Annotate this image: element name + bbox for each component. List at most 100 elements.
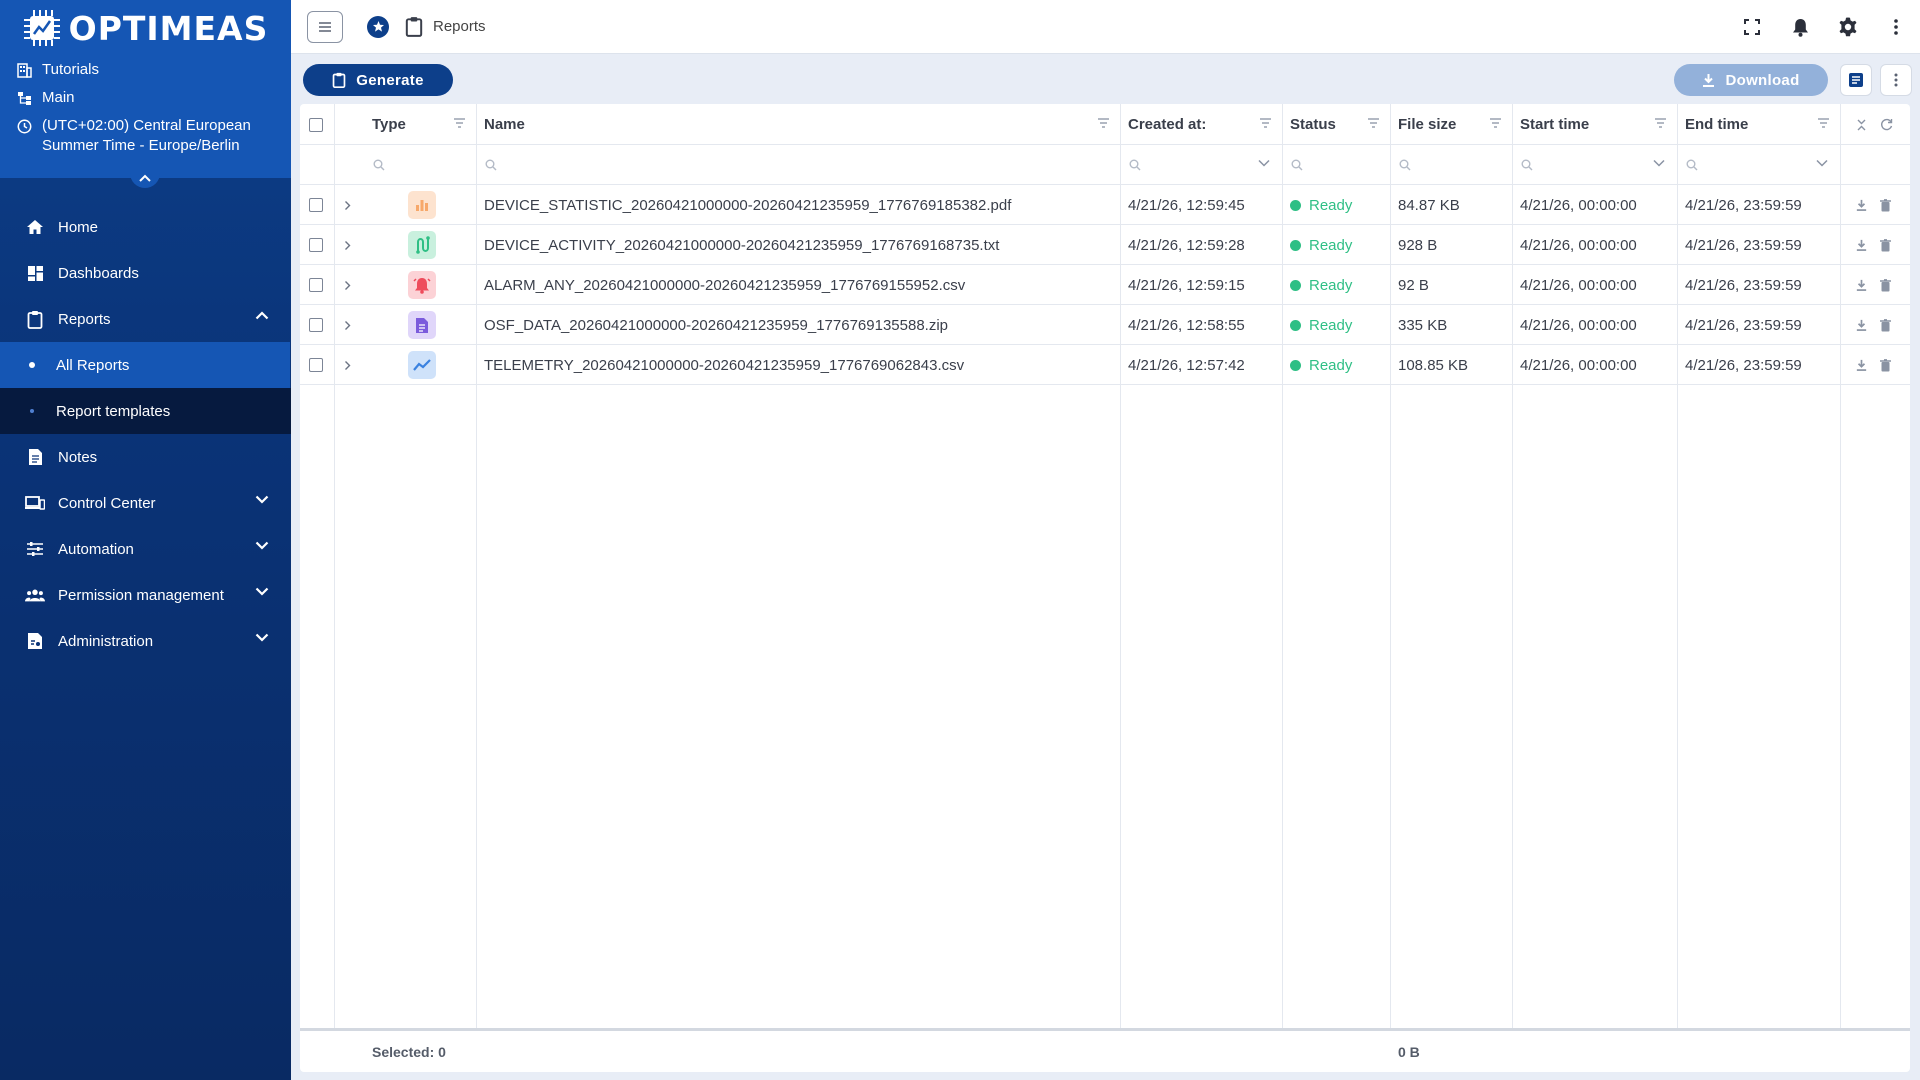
row-checkbox[interactable] xyxy=(309,198,323,212)
created-cell: 4/21/26, 12:59:28 xyxy=(1128,236,1245,254)
refresh-button[interactable] xyxy=(1880,104,1900,145)
sidebar-item-reports[interactable]: Reports xyxy=(0,296,291,342)
header-label: Name xyxy=(484,116,525,133)
name-cell[interactable]: OSF_DATA_20260421000000-20260421235959_1… xyxy=(476,305,1120,345)
status-filter-input[interactable] xyxy=(1282,145,1390,185)
start-filter-input[interactable] xyxy=(1512,145,1677,185)
topbar-actions xyxy=(1728,0,1920,54)
toggle-sidebar-button[interactable] xyxy=(307,10,343,43)
row-delete-button[interactable] xyxy=(1880,265,1900,305)
row-expand-button[interactable] xyxy=(344,225,364,265)
collapse-context-button[interactable] xyxy=(130,168,160,188)
context-timezone[interactable]: (UTC+02:00) Central European Summer Time… xyxy=(0,112,291,160)
filter-icon[interactable] xyxy=(1817,118,1830,128)
end-cell: 4/21/26, 23:59:59 xyxy=(1685,196,1802,214)
generate-button[interactable]: Generate xyxy=(303,64,453,96)
header-file-size[interactable]: File size xyxy=(1390,104,1512,145)
sidebar-item-control-center[interactable]: Control Center xyxy=(0,480,291,526)
filter-icon[interactable] xyxy=(453,118,466,128)
sidebar-item-all-reports[interactable]: All Reports xyxy=(0,342,290,388)
row-delete-button[interactable] xyxy=(1880,185,1900,225)
select-all-checkbox[interactable] xyxy=(309,117,323,132)
row-download-button[interactable] xyxy=(1856,185,1876,225)
row-expand-button[interactable] xyxy=(344,265,364,305)
download-icon xyxy=(1856,239,1867,251)
created-filter-input[interactable] xyxy=(1120,145,1282,185)
table-row[interactable]: OSF_DATA_20260421000000-20260421235959_1… xyxy=(300,305,1910,345)
name-filter-input[interactable] xyxy=(476,145,1120,185)
chevron-right-icon xyxy=(345,280,351,290)
sidebar-item-home[interactable]: Home xyxy=(0,204,291,250)
row-checkbox[interactable] xyxy=(309,238,323,252)
sidebar-item-label: Notes xyxy=(58,448,98,466)
header-created-at[interactable]: Created at: xyxy=(1120,104,1282,145)
name-cell[interactable]: TELEMETRY_20260421000000-20260421235959_… xyxy=(476,345,1120,385)
sidebar-item-automation[interactable]: Automation xyxy=(0,526,291,572)
name-cell[interactable]: DEVICE_ACTIVITY_20260421000000-202604212… xyxy=(476,225,1120,265)
sidebar-item-administration[interactable]: Administration xyxy=(0,618,291,664)
name-cell[interactable]: ALARM_ANY_20260421000000-20260421235959_… xyxy=(476,265,1120,305)
start-cell: 4/21/26, 00:00:00 xyxy=(1520,276,1637,294)
row-checkbox[interactable] xyxy=(309,358,323,372)
header-name[interactable]: Name xyxy=(476,104,1120,145)
document-icon xyxy=(408,311,436,339)
row-download-button[interactable] xyxy=(1856,345,1876,385)
row-download-button[interactable] xyxy=(1856,265,1876,305)
download-icon xyxy=(1856,359,1867,371)
table-row[interactable]: ALARM_ANY_20260421000000-20260421235959_… xyxy=(300,265,1910,305)
sidebar-item-label: Automation xyxy=(58,540,134,558)
download-button[interactable]: Download xyxy=(1674,64,1828,96)
header-label: Type xyxy=(372,116,406,133)
end-cell: 4/21/26, 23:59:59 xyxy=(1685,236,1802,254)
generate-label: Generate xyxy=(356,71,424,89)
fullscreen-button[interactable] xyxy=(1728,0,1776,54)
collapse-all-button[interactable] xyxy=(1856,104,1876,145)
row-expand-button[interactable] xyxy=(344,185,364,225)
table-row[interactable]: TELEMETRY_20260421000000-20260421235959_… xyxy=(300,345,1910,385)
row-checkbox[interactable] xyxy=(309,278,323,292)
row-expand-button[interactable] xyxy=(344,305,364,345)
filter-icon[interactable] xyxy=(1489,118,1502,128)
grid-options-button[interactable] xyxy=(1880,64,1912,96)
sidebar-item-permission-management[interactable]: Permission management xyxy=(0,572,291,618)
chevron-down-icon[interactable] xyxy=(1653,159,1665,167)
row-delete-button[interactable] xyxy=(1880,305,1900,345)
type-filter-input[interactable] xyxy=(364,145,476,185)
row-checkbox[interactable] xyxy=(309,318,323,332)
settings-button[interactable] xyxy=(1824,0,1872,54)
chevron-down-icon[interactable] xyxy=(1258,159,1270,167)
table-row[interactable]: DEVICE_STATISTIC_20260421000000-20260421… xyxy=(300,185,1910,225)
chevron-down-icon[interactable] xyxy=(1816,159,1828,167)
filter-icon[interactable] xyxy=(1259,118,1272,128)
end-filter-input[interactable] xyxy=(1677,145,1840,185)
header-end-time[interactable]: End time xyxy=(1677,104,1840,145)
status-dot xyxy=(1290,199,1301,211)
row-expand-button[interactable] xyxy=(344,345,364,385)
status-cell: Ready xyxy=(1282,225,1390,265)
column-view-button[interactable] xyxy=(1840,64,1872,96)
size-filter-input[interactable] xyxy=(1390,145,1512,185)
more-menu-button[interactable] xyxy=(1872,0,1920,54)
row-download-button[interactable] xyxy=(1856,305,1876,345)
filter-icon[interactable] xyxy=(1654,118,1667,128)
type-cell xyxy=(408,185,448,225)
table-row[interactable]: DEVICE_ACTIVITY_20260421000000-202604212… xyxy=(300,225,1910,265)
context-tutorials[interactable]: Tutorials xyxy=(0,56,291,84)
notifications-button[interactable] xyxy=(1776,0,1824,54)
row-delete-button[interactable] xyxy=(1880,225,1900,265)
header-type[interactable]: Type xyxy=(364,104,476,145)
favorite-button[interactable] xyxy=(367,15,389,38)
row-download-button[interactable] xyxy=(1856,225,1876,265)
gear-icon xyxy=(1839,17,1857,37)
filter-icon[interactable] xyxy=(1097,118,1110,128)
context-main[interactable]: Main xyxy=(0,84,291,112)
name-cell[interactable]: DEVICE_STATISTIC_20260421000000-20260421… xyxy=(476,185,1120,225)
sidebar-item-notes[interactable]: Notes xyxy=(0,434,291,480)
filter-icon[interactable] xyxy=(1367,118,1380,128)
header-start-time[interactable]: Start time xyxy=(1512,104,1677,145)
sidebar-item-report-templates[interactable]: Report templates xyxy=(0,388,291,434)
sidebar-item-dashboards[interactable]: Dashboards xyxy=(0,250,291,296)
brand-logo[interactable]: OPTIMEAS xyxy=(0,0,291,56)
header-status[interactable]: Status xyxy=(1282,104,1390,145)
row-delete-button[interactable] xyxy=(1880,345,1900,385)
